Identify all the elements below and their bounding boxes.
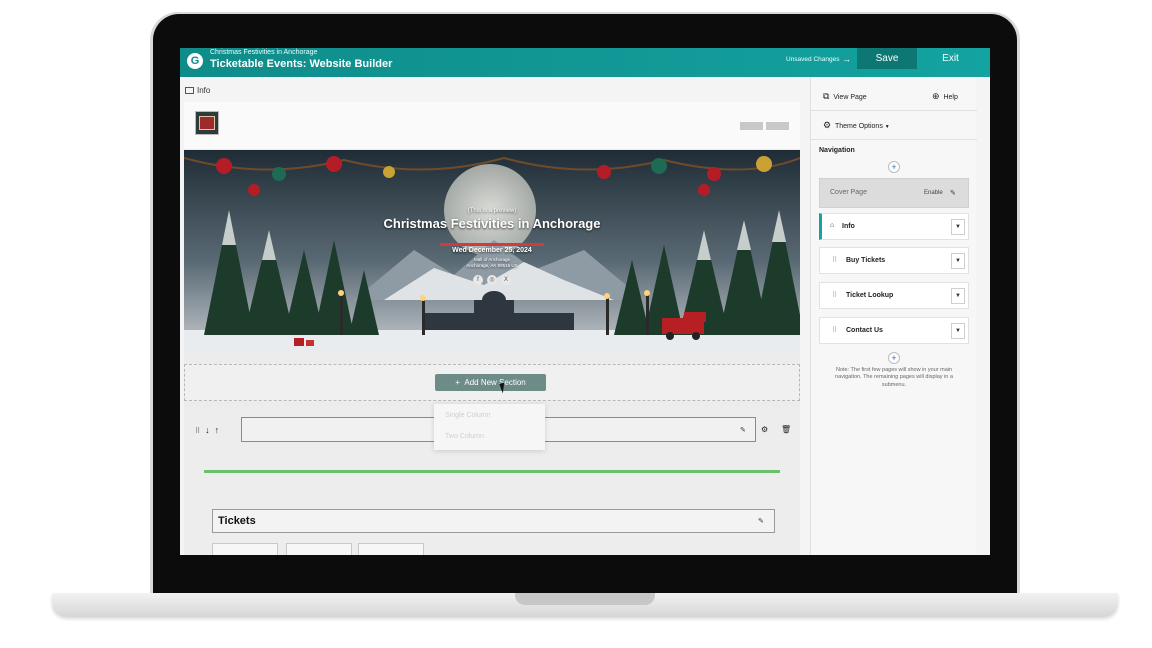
- tickets-heading: Tickets: [218, 515, 256, 527]
- drag-handle-icon[interactable]: ⠿: [832, 256, 837, 264]
- drag-handle-icon[interactable]: ⠿: [832, 326, 837, 334]
- app-screen: G Christmas Festivities in Anchorage Tic…: [180, 48, 990, 555]
- nav-item-ticket-lookup[interactable]: ⠿ Ticket Lookup ▼: [819, 282, 969, 309]
- banner-event-date: Wed December 25, 2024: [452, 247, 532, 254]
- event-banner[interactable]: (This is a preview) Christmas Festivitie…: [184, 150, 800, 354]
- row-tools: ⠿ ↓ ↑: [195, 425, 219, 435]
- nav-item-label: Contact Us: [846, 327, 883, 334]
- caret-down-icon: ▼: [884, 124, 890, 130]
- banner-preview-note: (This is a preview): [467, 208, 517, 214]
- ticket-card[interactable]: [358, 543, 424, 555]
- site-logo-thumbnail[interactable]: [195, 111, 219, 135]
- chevron-down-icon[interactable]: ▼: [951, 323, 965, 339]
- dropdown-option-single-column[interactable]: Single Column: [445, 412, 491, 419]
- add-page-plus-icon[interactable]: +: [888, 352, 900, 364]
- nav-item-contact-us[interactable]: ⠿ Contact Us ▼: [819, 317, 969, 344]
- nav-item-cover-page[interactable]: Cover Page Enable ✎: [819, 178, 969, 208]
- view-page-button[interactable]: ⧉ View Page: [823, 91, 867, 102]
- globe-icon: ⊕: [932, 91, 940, 101]
- edit-icon[interactable]: ✎: [740, 426, 746, 434]
- gear-icon[interactable]: ⚙: [761, 425, 768, 434]
- x-twitter-icon[interactable]: X: [501, 275, 511, 285]
- theme-options-label: Theme Options: [834, 123, 883, 130]
- save-button[interactable]: Save: [857, 48, 917, 69]
- arrow-right-icon: →: [842, 54, 851, 64]
- add-section-label: Add New Section: [464, 378, 526, 387]
- site-header: [184, 102, 800, 149]
- laptop-notch: [515, 593, 655, 605]
- home-icon: ⌂: [830, 222, 835, 229]
- exit-button[interactable]: Exit: [928, 48, 973, 69]
- gear-icon: ⚙: [823, 120, 832, 130]
- nav-item-label: Buy Tickets: [846, 257, 886, 264]
- top-bar: G Christmas Festivities in Anchorage Tic…: [180, 48, 990, 77]
- chevron-down-icon[interactable]: ▼: [951, 253, 965, 269]
- drag-handle-icon[interactable]: ⠿: [195, 428, 200, 435]
- page-icon: [185, 87, 194, 94]
- facebook-icon[interactable]: f: [473, 275, 483, 285]
- app-title: Ticketable Events: Website Builder: [210, 58, 393, 70]
- builder-side-panel: ⧉ View Page ⊕ Help ⚙ Theme Options ▼ Nav…: [810, 77, 977, 555]
- add-section-dropzone: + Add New Section: [184, 364, 800, 401]
- panel-divider: [811, 139, 977, 140]
- help-label: Help: [943, 94, 958, 101]
- page-tab-info[interactable]: Info: [185, 86, 210, 95]
- cover-page-label: Cover Page: [830, 189, 867, 196]
- panel-divider: [811, 110, 977, 111]
- add-new-section-button[interactable]: + Add New Section: [435, 374, 546, 391]
- ticket-card[interactable]: [286, 543, 352, 555]
- section-type-dropdown: Single Column Two Column: [434, 404, 545, 450]
- banner-location-line1: Mall of Anchorage: [473, 257, 511, 262]
- nav-item-buy-tickets[interactable]: ⠿ Buy Tickets ▼: [819, 247, 969, 274]
- chevron-down-icon[interactable]: ▼: [951, 219, 965, 235]
- ticket-card[interactable]: [212, 543, 278, 555]
- cover-page-enable-link[interactable]: Enable: [924, 190, 943, 196]
- header-button-placeholder[interactable]: [766, 122, 789, 130]
- banner-event-title: Christmas Festivities in Anchorage: [383, 216, 601, 231]
- help-button[interactable]: ⊕ Help: [932, 91, 958, 102]
- unsaved-changes-text: Unsaved Changes: [786, 56, 840, 63]
- plus-icon: +: [455, 378, 460, 387]
- drag-handle-icon[interactable]: ⠿: [832, 291, 837, 299]
- move-up-icon[interactable]: ↑: [215, 425, 220, 435]
- move-down-icon[interactable]: ↓: [205, 425, 210, 435]
- external-link-icon: ⧉: [823, 91, 830, 101]
- nav-item-label: Ticket Lookup: [846, 292, 894, 299]
- event-subtitle: Christmas Festivities in Anchorage: [210, 49, 318, 56]
- edit-icon[interactable]: ✎: [758, 517, 764, 525]
- navigation-title: Navigation: [819, 147, 855, 154]
- dropdown-option-two-column[interactable]: Two Column: [445, 433, 484, 440]
- divider-line: [204, 470, 780, 473]
- editor-canvas: (This is a preview) Christmas Festivitie…: [184, 102, 800, 555]
- navigation-note: Note: The first few pages will show in y…: [835, 367, 953, 388]
- header-button-placeholder[interactable]: [740, 122, 763, 130]
- banner-location-line2: Anchorage, AK 99515 US: [466, 263, 518, 268]
- instagram-icon[interactable]: ◎: [487, 275, 497, 285]
- view-page-label: View Page: [833, 94, 867, 101]
- tickets-heading-bar[interactable]: Tickets ✎: [212, 509, 775, 533]
- page-tab-label: Info: [197, 86, 211, 95]
- add-page-plus-icon[interactable]: +: [888, 161, 900, 173]
- trash-icon[interactable]: 🗑: [781, 425, 791, 434]
- edit-icon[interactable]: ✎: [950, 189, 956, 197]
- nav-item-info[interactable]: ⌂ Info ▼: [819, 213, 969, 240]
- app-logo: G: [187, 53, 203, 69]
- chevron-down-icon[interactable]: ▼: [951, 288, 965, 304]
- theme-options-button[interactable]: ⚙ Theme Options ▼: [823, 120, 890, 131]
- nav-item-label: Info: [842, 223, 855, 230]
